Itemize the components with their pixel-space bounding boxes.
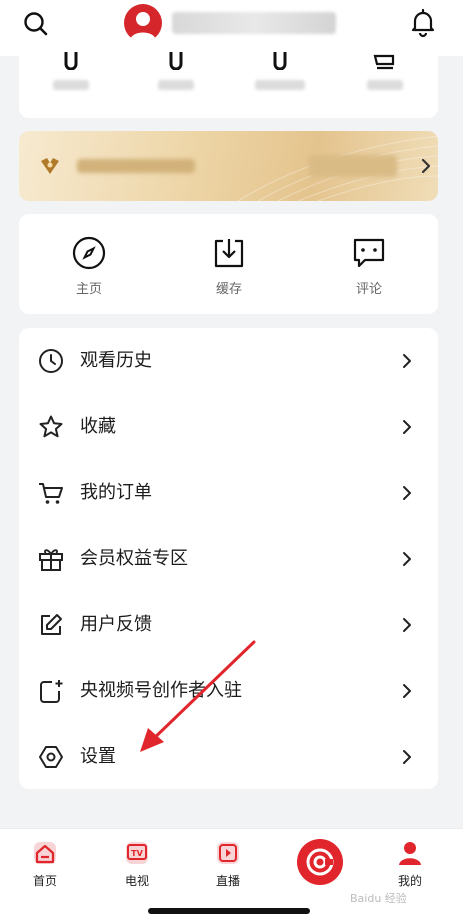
vip-crown-icon [41,158,59,174]
menu-item-label: 设置 [80,746,116,767]
download-icon [214,239,244,268]
quick-item-label: 评论 [355,282,382,297]
tab-live[interactable]: 直播 [198,839,258,889]
star-icon [39,415,63,438]
tab-label: 首页 [32,874,57,888]
chevron-right-icon [403,684,411,698]
avatar-person-icon [130,12,156,40]
chevron-right-icon [403,552,411,566]
live-icon [217,842,239,864]
menu-item-orders[interactable]: 我的订单 [19,460,438,526]
chevron-right-icon [421,158,431,174]
stat-value-blurred [146,52,206,72]
menu-item-label: 我的订单 [80,482,152,503]
chevron-right-icon [403,354,411,368]
quick-item-label: 缓存 [215,282,242,297]
stat-label-blurred [367,80,403,90]
tab-label: 直播 [215,874,240,888]
stat-item[interactable] [41,52,101,90]
settings-icon [39,746,63,768]
chevron-right-icon [403,750,411,764]
stat-item[interactable] [146,52,206,90]
stat-value-blurred [41,52,101,72]
stat-label-blurred [158,80,194,90]
chevron-right-icon [403,486,411,500]
bell-icon[interactable] [409,8,437,38]
stat-item[interactable] [250,52,310,90]
quick-item-comment[interactable]: 评论 [329,236,409,297]
gift-icon [39,549,63,571]
shop-cart-icon [355,52,415,72]
chevron-right-icon [403,618,411,632]
profile-icon [399,842,421,865]
stats-card [19,40,438,118]
tab-home[interactable]: 首页 [15,839,75,889]
username-blurred [172,12,336,34]
quick-item-home[interactable]: 主页 [49,236,129,297]
quick-access-card: 主页 缓存 评论 [19,214,438,314]
search-icon[interactable] [22,10,50,38]
stat-value-blurred [250,52,310,72]
cart-icon [39,483,63,504]
tv-icon: TV [126,842,148,864]
center-logo-icon [306,848,334,876]
chevron-right-icon [403,420,411,434]
compass-icon [72,236,106,270]
menu-item-label: 用户反馈 [80,614,152,635]
menu-item-label: 观看历史 [80,350,152,371]
avatar[interactable] [124,4,162,42]
vip-text-blurred [77,159,195,173]
svg-text:TV: TV [131,849,143,858]
stat-item[interactable] [355,52,415,90]
tab-tv[interactable]: TV 电视 [107,839,167,889]
vip-action-blurred[interactable] [309,155,397,177]
tab-label: 我的 [397,874,422,888]
center-logo-button[interactable] [297,839,343,885]
menu-item-label: 会员权益专区 [80,548,188,569]
tab-profile[interactable]: 我的 [380,839,440,889]
creator-icon [40,680,63,703]
stat-label-blurred [53,80,89,90]
quick-item-label: 主页 [75,282,102,297]
comment-icon [353,238,385,268]
menu-item-favorites[interactable]: 收藏 [19,394,438,460]
tab-label: 电视 [124,874,149,888]
vip-banner[interactable] [19,131,438,201]
home-indicator[interactable] [148,908,310,914]
quick-item-download[interactable]: 缓存 [189,236,269,297]
home-icon [34,842,56,864]
annotation-arrow [140,640,256,752]
menu-item-history[interactable]: 观看历史 [19,328,438,394]
clock-icon [39,349,63,373]
stat-label-blurred [255,80,305,90]
menu-item-label: 收藏 [80,416,116,437]
menu-item-member-benefits[interactable]: 会员权益专区 [19,526,438,592]
edit-icon [41,614,62,635]
watermark: Baidu 经验 [350,892,407,905]
